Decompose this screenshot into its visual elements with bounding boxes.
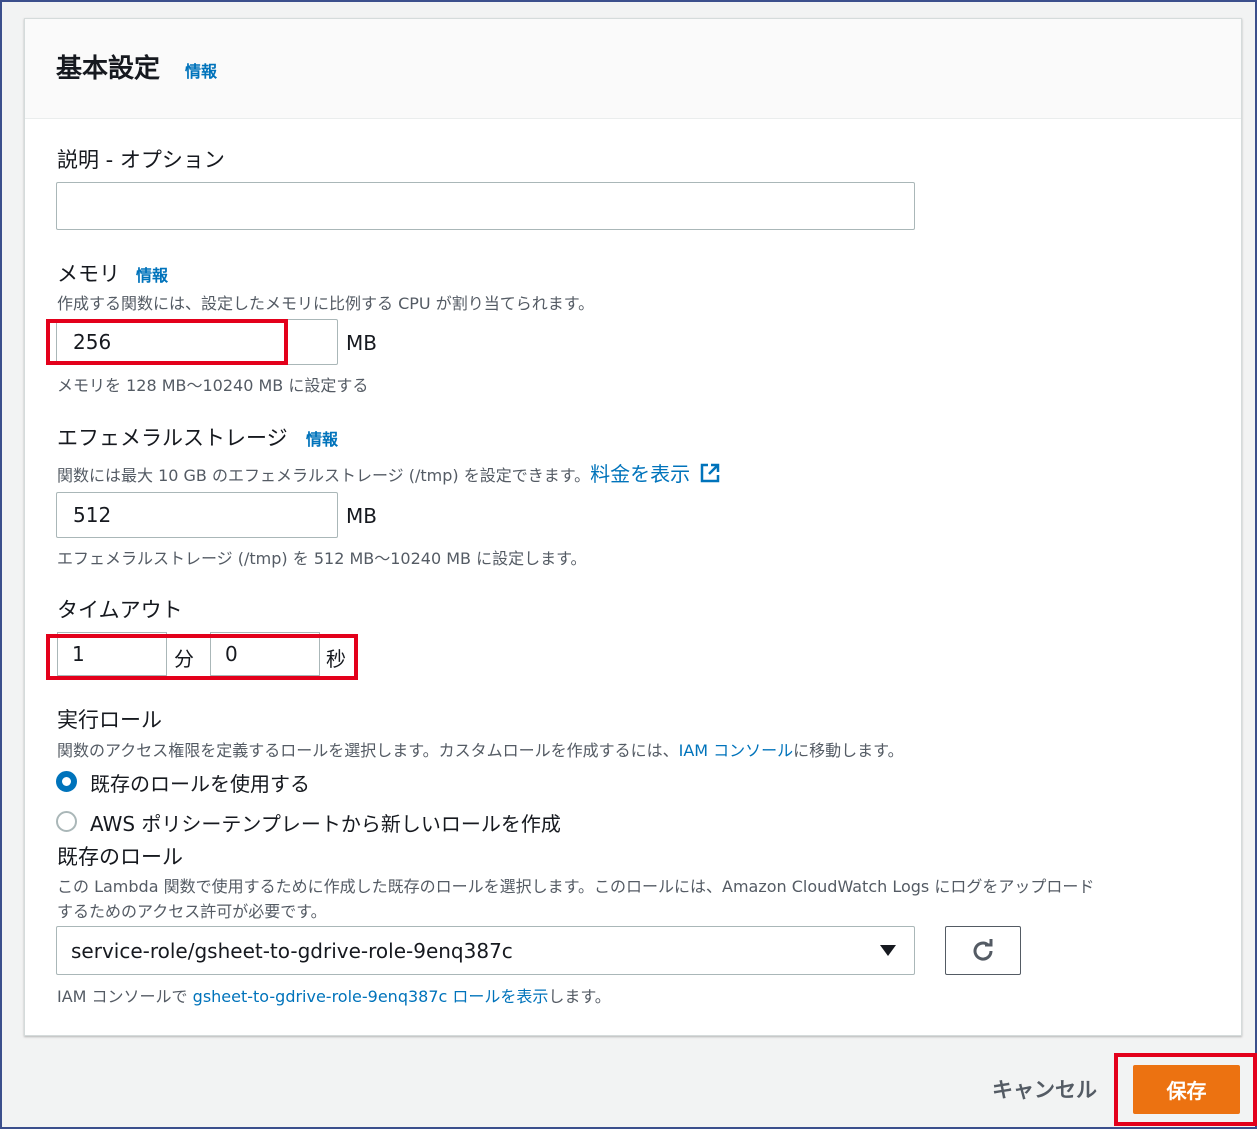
existing-role-footer: IAM コンソールで gsheet-to-gdrive-role-9enq387… <box>57 983 611 1007</box>
storage-hint: エフェメラルストレージ (/tmp) を 512 MB～10240 MB に設定… <box>57 549 587 568</box>
timeout-label: タイムアウト <box>57 598 183 622</box>
radio-existing-role-label[interactable]: 既存のロールを使用する <box>90 768 310 797</box>
existing-role-footer-suffix: します。 <box>548 987 611 1006</box>
iam-console-link[interactable]: IAM コンソール <box>679 741 794 760</box>
existing-role-selected-value: service-role/gsheet-to-gdrive-role-9enq3… <box>71 938 513 963</box>
execution-role-label: 実行ロール <box>57 708 162 732</box>
cancel-button[interactable]: キャンセル <box>992 1074 1097 1104</box>
save-highlight-box <box>1114 1053 1257 1126</box>
radio-template-role-label[interactable]: AWS ポリシーテンプレートから新しいロールを作成 <box>90 808 561 837</box>
memory-label: メモリ <box>57 262 120 286</box>
existing-role-desc-line1: この Lambda 関数で使用するために作成した既存のロールを選択します。このロ… <box>57 877 1095 896</box>
pricing-link[interactable]: 料金を表示 <box>590 462 690 486</box>
timeout-highlight-box <box>46 634 358 680</box>
memory-highlight-box <box>46 319 288 365</box>
storage-info-link[interactable]: 情報 <box>306 426 338 450</box>
execution-role-desc-prefix: 関数のアクセス権限を定義するロールを選択します。カスタムロールを作成するには、 <box>57 741 679 760</box>
existing-role-footer-prefix: IAM コンソールで <box>57 987 193 1006</box>
storage-label: エフェメラルストレージ <box>57 426 288 450</box>
caret-down-icon <box>880 945 896 956</box>
memory-hint: メモリを 128 MB～10240 MB に設定する <box>57 376 369 395</box>
storage-description-text: 関数には最大 10 GB のエフェメラルストレージ (/tmp) を設定できます… <box>57 466 591 485</box>
radio-template-role[interactable] <box>56 811 77 832</box>
existing-role-label: 既存のロール <box>57 845 183 869</box>
refresh-roles-button[interactable] <box>945 926 1021 975</box>
description-label: 説明 - オプション <box>57 148 225 172</box>
external-link-icon[interactable] <box>699 462 721 484</box>
storage-description: 関数には最大 10 GB のエフェメラルストレージ (/tmp) を設定できます… <box>57 458 721 487</box>
storage-input[interactable]: 512 <box>56 492 338 538</box>
storage-unit: MB <box>346 504 377 528</box>
existing-role-select[interactable]: service-role/gsheet-to-gdrive-role-9enq3… <box>56 926 915 975</box>
title-info-link[interactable]: 情報 <box>185 58 217 82</box>
memory-unit: MB <box>346 331 377 355</box>
view-role-link[interactable]: gsheet-to-gdrive-role-9enq387c ロールを表示 <box>193 987 549 1006</box>
radio-existing-role[interactable] <box>56 771 77 792</box>
execution-role-description: 関数のアクセス権限を定義するロールを選択します。カスタムロールを作成するには、I… <box>57 737 904 761</box>
description-input[interactable] <box>56 182 915 230</box>
existing-role-desc-line2: するためのアクセス許可が必要です。 <box>57 902 327 921</box>
memory-info-link[interactable]: 情報 <box>136 262 168 286</box>
refresh-icon <box>973 938 993 960</box>
execution-role-desc-suffix: に移動します。 <box>793 741 904 760</box>
page-title: 基本設定 <box>56 54 161 84</box>
memory-description: 作成する関数には、設定したメモリに比例する CPU が割り当てられます。 <box>57 294 595 313</box>
